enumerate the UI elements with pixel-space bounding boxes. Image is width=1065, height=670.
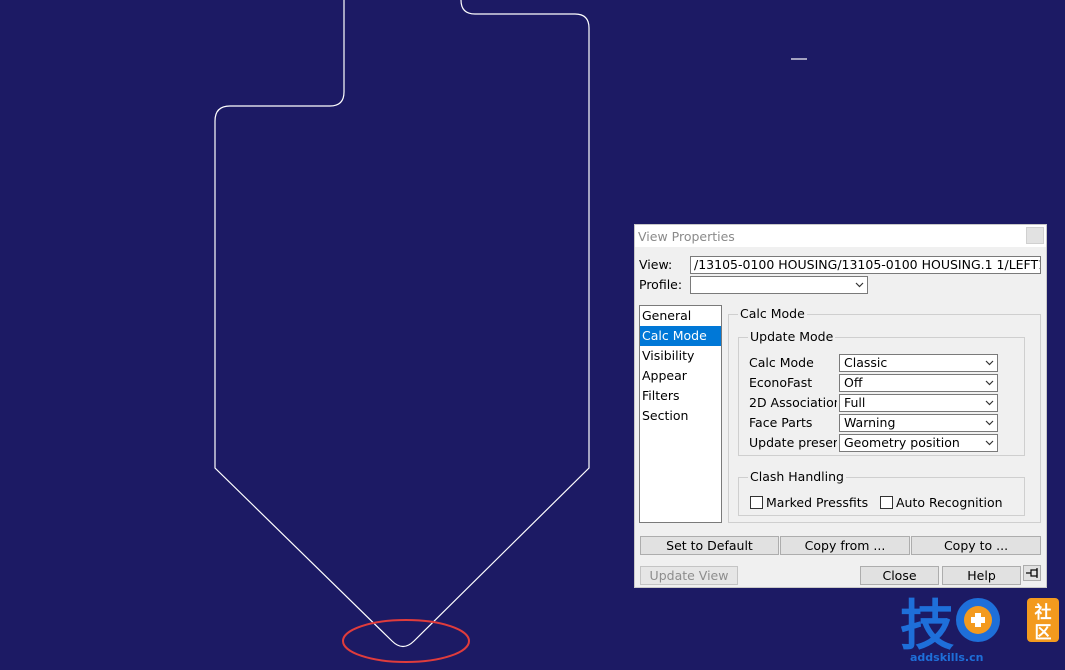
logo-char: 技 <box>900 594 954 657</box>
close-window-button[interactable] <box>1026 227 1044 244</box>
category-list[interactable]: General Calc Mode Visibility Appear Filt… <box>639 305 722 523</box>
housing-outline <box>214 0 590 648</box>
update-preserve-select[interactable]: Geometry position <box>839 434 998 452</box>
2d-association-value: Full <box>844 395 866 410</box>
view-label: View: <box>639 257 673 272</box>
profile-label: Profile: <box>639 277 683 292</box>
category-item-filters[interactable]: Filters <box>640 386 721 406</box>
econofast-select[interactable]: Off <box>839 374 998 392</box>
auto-recognition-label: Auto Recognition <box>896 495 1003 510</box>
pin-icon[interactable] <box>1023 565 1041 581</box>
logo-url: addskills.cn <box>910 651 983 664</box>
auto-recognition-checkbox[interactable] <box>880 496 893 509</box>
chevron-down-icon <box>985 360 994 366</box>
marked-pressfits-label: Marked Pressfits <box>766 495 869 510</box>
2d-association-label: 2D Association <box>749 395 837 410</box>
highlight-ring <box>342 619 470 663</box>
category-item-section[interactable]: Section <box>640 406 721 426</box>
chevron-down-icon <box>855 282 864 288</box>
chevron-down-icon <box>985 380 994 386</box>
econofast-value: Off <box>844 375 863 390</box>
copy-from-button[interactable]: Copy from ... <box>780 536 910 555</box>
logo-side-char-1: 社 <box>1034 602 1052 623</box>
chevron-down-icon <box>985 400 994 406</box>
calc-mode-value: Classic <box>844 355 888 370</box>
close-button[interactable]: Close <box>860 566 939 585</box>
chevron-down-icon <box>985 420 994 426</box>
update-preserve-value: Geometry position <box>844 435 960 450</box>
profile-select[interactable] <box>690 276 868 294</box>
clash-handling-group-title: Clash Handling <box>748 469 846 484</box>
addskills-watermark-logo: 技 社 区 addskills.cn <box>900 592 1065 666</box>
update-view-button[interactable]: Update View <box>640 566 738 585</box>
marked-pressfits-checkbox[interactable] <box>750 496 763 509</box>
update-mode-group-title: Update Mode <box>748 329 836 344</box>
category-item-visibility[interactable]: Visibility <box>640 346 721 366</box>
econofast-label: EconoFast <box>749 375 813 390</box>
view-properties-dialog: View Properties View: /13105-0100 HOUSIN… <box>634 224 1047 588</box>
category-item-appear[interactable]: Appear <box>640 366 721 386</box>
view-path-field[interactable]: /13105-0100 HOUSING/13105-0100 HOUSING.1… <box>690 256 1041 274</box>
help-button[interactable]: Help <box>942 566 1021 585</box>
calc-mode-label: Calc Mode <box>749 355 814 370</box>
calc-mode-group-title: Calc Mode <box>738 306 807 321</box>
logo-side-char-2: 区 <box>1035 623 1052 643</box>
set-to-default-button[interactable]: Set to Default <box>640 536 779 555</box>
face-parts-select[interactable]: Warning <box>839 414 998 432</box>
category-item-general[interactable]: General <box>640 306 721 326</box>
face-parts-value: Warning <box>844 415 896 430</box>
category-item-calc-mode[interactable]: Calc Mode <box>640 326 721 346</box>
update-preserve-label: Update preserv <box>749 435 837 450</box>
2d-association-select[interactable]: Full <box>839 394 998 412</box>
face-parts-label: Face Parts <box>749 415 813 430</box>
calc-mode-select[interactable]: Classic <box>839 354 998 372</box>
chevron-down-icon <box>985 440 994 446</box>
dialog-titlebar[interactable]: View Properties <box>635 225 1046 247</box>
dialog-title: View Properties <box>638 229 735 244</box>
copy-to-button[interactable]: Copy to ... <box>911 536 1041 555</box>
